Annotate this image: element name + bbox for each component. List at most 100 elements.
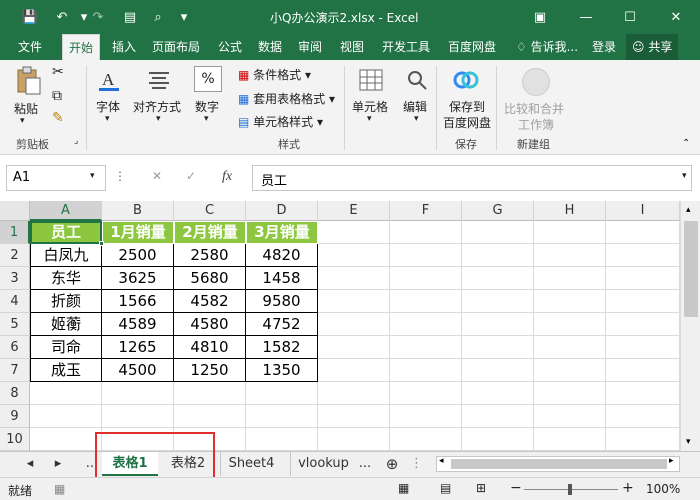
grid-cell[interactable] — [390, 405, 462, 428]
add-sheet-icon[interactable]: ⊕ — [382, 452, 402, 476]
collapse-ribbon-icon[interactable]: ⌃ — [682, 138, 690, 149]
column-header-g[interactable]: G — [462, 201, 534, 221]
table-cell[interactable]: 3625 — [102, 267, 174, 290]
enter-icon[interactable]: ✓ — [186, 169, 196, 183]
share-button[interactable]: ☺ 共享 — [626, 34, 679, 60]
table-header-cell[interactable]: 员工 — [30, 221, 102, 244]
grid-cell[interactable] — [30, 428, 102, 451]
page-layout-view-icon[interactable]: ▤ — [440, 481, 451, 495]
column-header-d[interactable]: D — [246, 201, 318, 221]
scroll-left-icon[interactable]: ◂ — [439, 456, 444, 466]
grid-cell[interactable] — [606, 313, 680, 336]
column-header-c[interactable]: C — [174, 201, 246, 221]
more-sheets-right-icon[interactable]: ... — [356, 452, 374, 476]
grid-cell[interactable] — [318, 359, 390, 382]
tab-data[interactable]: 数据 — [252, 34, 288, 60]
grid-cell[interactable] — [390, 221, 462, 244]
grid-cell[interactable] — [102, 405, 174, 428]
grid-cell[interactable] — [174, 382, 246, 405]
editing-icon[interactable] — [404, 68, 430, 92]
table-cell[interactable]: 2500 — [102, 244, 174, 267]
column-header-b[interactable]: B — [102, 201, 174, 221]
grid-cell[interactable] — [534, 405, 606, 428]
table-cell[interactable]: 2580 — [174, 244, 246, 267]
row-header-10[interactable]: 10 — [0, 428, 30, 451]
paste-button[interactable]: 粘贴 — [14, 100, 38, 117]
conditional-format-button[interactable]: ▦ 条件格式 ▾ — [238, 66, 311, 83]
tab-insert[interactable]: 插入 — [106, 34, 142, 60]
row-header-1[interactable]: 1 — [0, 221, 30, 244]
cell-style-button[interactable]: ▤ 单元格样式 ▾ — [238, 113, 323, 130]
grid-cell[interactable] — [390, 382, 462, 405]
select-all-corner[interactable] — [0, 201, 30, 221]
tab-file[interactable]: 文件 — [12, 34, 48, 60]
table-cell[interactable]: 4820 — [246, 244, 318, 267]
table-cell[interactable]: 1265 — [102, 336, 174, 359]
table-header-cell[interactable]: 2月销量 — [174, 221, 246, 244]
sheet-tab[interactable]: Sheet4 — [220, 452, 282, 476]
grid-cell[interactable] — [462, 267, 534, 290]
table-format-button[interactable]: ▦ 套用表格格式 ▾ — [238, 90, 335, 107]
grid-cell[interactable] — [318, 290, 390, 313]
grid-cell[interactable] — [318, 221, 390, 244]
grid-cell[interactable] — [462, 290, 534, 313]
grid-cell[interactable] — [534, 244, 606, 267]
formula-input[interactable]: 员工 — [252, 165, 692, 191]
grid-cell[interactable] — [606, 405, 680, 428]
cells-button[interactable]: 单元格 — [352, 98, 388, 115]
percent-icon[interactable]: % — [194, 66, 222, 92]
grid-cell[interactable] — [534, 221, 606, 244]
tab-formulas[interactable]: 公式 — [212, 34, 248, 60]
font-button[interactable]: 字体 — [96, 98, 120, 115]
table-cell[interactable]: 1566 — [102, 290, 174, 313]
grid-cell[interactable] — [606, 359, 680, 382]
tab-splitter-icon[interactable]: ⋮ — [410, 452, 423, 476]
scrollbar-thumb[interactable] — [684, 221, 698, 317]
table-cell[interactable]: 5680 — [174, 267, 246, 290]
paste-icon[interactable] — [14, 66, 42, 96]
tab-baidu-netdisk[interactable]: 百度网盘 — [442, 34, 502, 60]
cancel-icon[interactable]: ✕ — [152, 169, 162, 183]
grid-cell[interactable] — [462, 221, 534, 244]
tell-me-search[interactable]: ♢ 告诉我... — [510, 34, 584, 60]
redo-icon[interactable]: ↷ — [86, 0, 110, 34]
grid-cell[interactable] — [462, 336, 534, 359]
tab-developer[interactable]: 开发工具 — [376, 34, 436, 60]
grid-cell[interactable] — [318, 428, 390, 451]
grid-cell[interactable] — [462, 359, 534, 382]
zoom-in-button[interactable]: + — [622, 480, 634, 496]
row-header-2[interactable]: 2 — [0, 244, 30, 267]
row-header-6[interactable]: 6 — [0, 336, 30, 359]
grid-cell[interactable] — [534, 267, 606, 290]
grid-cell[interactable] — [30, 382, 102, 405]
table-header-cell[interactable]: 1月销量 — [102, 221, 174, 244]
tab-home[interactable]: 开始 — [62, 34, 101, 60]
column-header-a[interactable]: A — [30, 201, 102, 221]
table-header-cell[interactable]: 3月销量 — [246, 221, 318, 244]
minimize-button[interactable]: — — [564, 0, 608, 34]
column-header-h[interactable]: H — [534, 201, 606, 221]
row-header-5[interactable]: 5 — [0, 313, 30, 336]
tab-page-layout[interactable]: 页面布局 — [146, 34, 206, 60]
column-header-e[interactable]: E — [318, 201, 390, 221]
table-cell[interactable]: 白凤九 — [30, 244, 102, 267]
table-cell[interactable]: 1582 — [246, 336, 318, 359]
grid-cell[interactable] — [390, 267, 462, 290]
grid-cell[interactable] — [246, 405, 318, 428]
grid-cell[interactable] — [606, 244, 680, 267]
grid-cell[interactable] — [318, 267, 390, 290]
table-cell[interactable]: 4582 — [174, 290, 246, 313]
cut-icon[interactable]: ✂ — [52, 64, 64, 80]
grid-cell[interactable] — [246, 428, 318, 451]
zoom-slider-thumb[interactable] — [568, 484, 572, 495]
more-options-icon[interactable]: ⋮ — [114, 169, 126, 183]
zoom-out-button[interactable]: − — [510, 480, 522, 496]
tab-review[interactable]: 审阅 — [292, 34, 328, 60]
normal-view-icon[interactable]: ▦ — [398, 481, 409, 495]
table-cell[interactable]: 成玉 — [30, 359, 102, 382]
grid-cell[interactable] — [462, 244, 534, 267]
number-button[interactable]: 数字 — [195, 98, 219, 115]
grid-cell[interactable] — [390, 336, 462, 359]
editing-dropdown-icon[interactable]: ▾ — [414, 114, 419, 124]
paste-dropdown-icon[interactable]: ▾ — [20, 116, 25, 126]
